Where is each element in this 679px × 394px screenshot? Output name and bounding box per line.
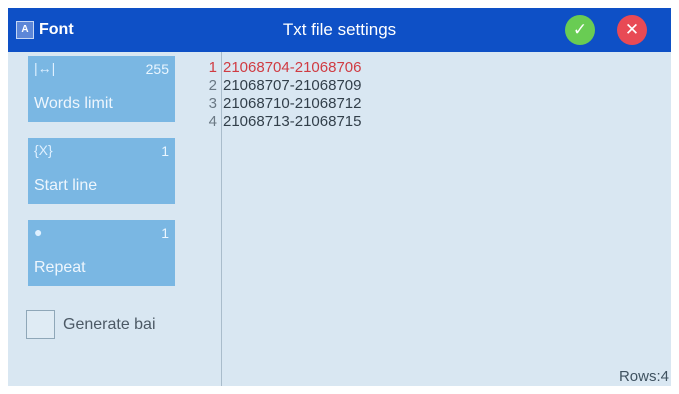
words-limit-value: 255 — [145, 61, 169, 77]
line-value: 21068713-21068715 — [223, 113, 362, 130]
line-value: 21068707-21068709 — [223, 77, 362, 94]
generate-label: Generate bai — [63, 315, 156, 333]
line-value: 21068704-21068706 — [223, 59, 362, 76]
font-button[interactable]: A Font — [16, 16, 74, 44]
cancel-button[interactable]: ✕ — [617, 15, 647, 45]
confirm-button[interactable]: ✓ — [565, 15, 595, 45]
cancel-icon: ✕ — [624, 20, 640, 40]
start-line-icon: {X} — [34, 142, 53, 158]
generate-checkbox[interactable] — [26, 310, 55, 339]
line-value: 21068710-21068712 — [223, 95, 362, 112]
repeat-icon: ● — [34, 224, 43, 240]
page-title: Txt file settings — [282, 20, 397, 39]
list-item[interactable]: 4 21068713-21068715 — [202, 113, 362, 131]
titlebar: A Font Txt file settings ✓ ✕ — [8, 8, 671, 52]
start-line-value: 1 — [161, 143, 169, 159]
line-number: 3 — [208, 95, 217, 112]
repeat-label: Repeat — [34, 259, 86, 276]
list-item[interactable]: 1 21068704-21068706 — [202, 59, 362, 77]
generate-barcode-option[interactable]: Generate bai — [26, 310, 156, 339]
list-item[interactable]: 3 21068710-21068712 — [202, 95, 362, 113]
line-number: 2 — [208, 77, 217, 94]
start-line-label: Start line — [34, 177, 98, 194]
line-number: 4 — [208, 113, 217, 130]
repeat-setting[interactable]: ● 1 Repeat — [28, 220, 175, 286]
sidebar: |↔| 255 Words limit {X} 1 Start line ● 1… — [8, 52, 221, 386]
file-line-list: 1 21068704-21068706 2 21068707-21068709 … — [202, 59, 362, 131]
screen: A Font Txt file settings ✓ ✕ |↔| 255 Wor… — [8, 8, 671, 386]
words-limit-setting[interactable]: |↔| 255 Words limit — [28, 56, 175, 122]
list-item[interactable]: 2 21068707-21068709 — [202, 77, 362, 95]
font-icon: A — [16, 21, 34, 39]
words-limit-label: Words limit — [34, 95, 113, 112]
font-label: Font — [39, 21, 74, 38]
repeat-value: 1 — [161, 225, 169, 241]
rows-count: Rows:4 — [618, 368, 669, 385]
line-number: 1 — [208, 59, 217, 76]
words-limit-icon: |↔| — [34, 60, 56, 76]
start-line-setting[interactable]: {X} 1 Start line — [28, 138, 175, 204]
confirm-icon: ✓ — [572, 20, 588, 40]
